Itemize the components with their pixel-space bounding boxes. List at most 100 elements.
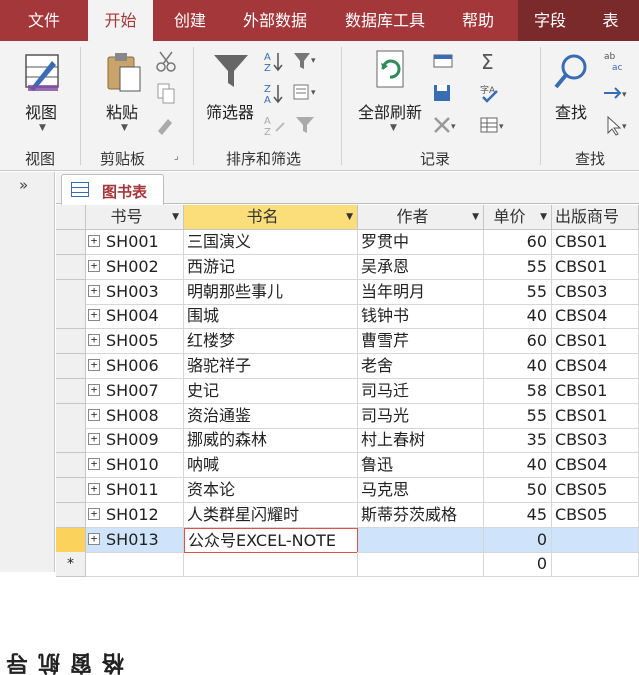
find-button[interactable]: 查找 xyxy=(555,99,587,123)
replace-icon[interactable]: abac xyxy=(602,49,630,73)
record-selector[interactable] xyxy=(56,378,86,404)
cell-book-title[interactable]: 红楼梦 xyxy=(184,329,358,355)
cell-author[interactable]: 钱钟书 xyxy=(358,304,484,330)
cell-author[interactable]: 曹雪芹 xyxy=(358,329,484,355)
tab-help[interactable]: 帮助 xyxy=(452,0,504,41)
cell-book-id[interactable]: + SH004 xyxy=(86,304,184,330)
sort-descending-icon[interactable]: ZA xyxy=(262,81,290,105)
record-selector[interactable] xyxy=(56,428,86,454)
column-dropdown-icon[interactable]: ▼ xyxy=(346,205,353,229)
cell-author[interactable]: 司马迁 xyxy=(358,378,484,404)
cell-price[interactable]: 0 xyxy=(484,527,552,553)
refresh-all-button[interactable]: 全部刷新 xyxy=(358,99,422,123)
cell-book-title[interactable] xyxy=(184,552,358,578)
cell-book-title[interactable]: 挪威的森林 xyxy=(184,428,358,454)
cell-publisher-id[interactable]: CBS05 xyxy=(552,502,639,528)
cell-author[interactable]: 司马光 xyxy=(358,403,484,429)
expand-subdatasheet-icon[interactable]: + xyxy=(88,284,100,297)
document-tab-books[interactable]: 图书表 xyxy=(61,174,164,205)
cell-book-id[interactable]: + SH005 xyxy=(86,329,184,355)
cell-price[interactable]: 60 xyxy=(484,329,552,355)
record-selector[interactable] xyxy=(56,403,86,429)
toggle-filter-icon[interactable] xyxy=(292,113,320,137)
column-header-price[interactable]: 单价 ▼ xyxy=(484,205,552,230)
more-records-icon[interactable]: ▾ xyxy=(477,113,505,137)
cell-price[interactable]: 60 xyxy=(484,230,552,255)
cell-price[interactable]: 58 xyxy=(484,378,552,404)
cell-author[interactable]: 当年明月 xyxy=(358,279,484,305)
cell-book-title[interactable]: 资治通鉴 xyxy=(184,403,358,429)
paste-button[interactable]: 粘贴 xyxy=(106,99,138,123)
expand-subdatasheet-icon[interactable]: + xyxy=(88,259,100,272)
sort-ascending-icon[interactable]: AZ xyxy=(262,49,290,73)
record-selector[interactable] xyxy=(56,230,86,255)
cell-book-title[interactable]: 三国演义 xyxy=(184,230,358,255)
goto-icon[interactable]: ▾ xyxy=(602,81,630,105)
record-selector[interactable] xyxy=(56,502,86,528)
delete-record-icon[interactable]: ▾ xyxy=(430,113,458,137)
tab-table[interactable]: 表 xyxy=(582,0,639,41)
cell-publisher-id[interactable] xyxy=(552,552,639,578)
totals-icon[interactable]: Σ xyxy=(477,49,505,73)
advanced-filter-icon[interactable]: ▾ xyxy=(292,81,320,105)
cell-book-id[interactable]: + SH013 xyxy=(86,527,184,553)
cell-author[interactable]: 斯蒂芬茨威格 xyxy=(358,502,484,528)
column-dropdown-icon[interactable]: ▼ xyxy=(172,205,179,229)
cell-book-title[interactable]: 明朝那些事儿 xyxy=(184,279,358,305)
cell-publisher-id[interactable]: CBS04 xyxy=(552,354,639,379)
cell-price[interactable]: 45 xyxy=(484,502,552,528)
column-dropdown-icon[interactable]: ▼ xyxy=(540,205,547,229)
cell-price[interactable]: 0 xyxy=(484,552,552,578)
copy-icon[interactable] xyxy=(152,81,180,105)
cell-book-title[interactable]: 西游记 xyxy=(184,254,358,280)
cell-book-id[interactable]: + SH011 xyxy=(86,478,184,503)
expand-nav-chevron-icon[interactable]: » xyxy=(19,176,28,194)
cell-price[interactable]: 55 xyxy=(484,279,552,305)
cell-publisher-id[interactable]: CBS01 xyxy=(552,403,639,429)
cell-publisher-id[interactable]: CBS01 xyxy=(552,378,639,404)
cell-price[interactable]: 55 xyxy=(484,254,552,280)
cell-author[interactable]: 吴承恩 xyxy=(358,254,484,280)
cell-author[interactable]: 老舍 xyxy=(358,354,484,379)
save-record-icon[interactable] xyxy=(430,81,458,105)
select-icon[interactable]: ▾ xyxy=(602,113,630,137)
cell-book-id[interactable]: + SH001 xyxy=(86,230,184,255)
column-dropdown-icon[interactable]: ▼ xyxy=(472,205,479,229)
cell-price[interactable]: 40 xyxy=(484,453,552,479)
tab-home[interactable]: 开始 xyxy=(88,0,153,43)
expand-subdatasheet-icon[interactable]: + xyxy=(88,433,100,446)
cell-author[interactable]: 马克思 xyxy=(358,478,484,503)
cell-publisher-id[interactable]: CBS01 xyxy=(552,254,639,280)
expand-subdatasheet-icon[interactable]: + xyxy=(88,458,100,471)
clear-sort-icon[interactable]: AZ xyxy=(262,113,290,137)
cell-price[interactable]: 40 xyxy=(484,354,552,379)
cell-book-title[interactable]: 史记 xyxy=(184,378,358,404)
record-selector[interactable] xyxy=(56,478,86,503)
cut-icon[interactable] xyxy=(152,49,180,73)
cell-publisher-id[interactable]: CBS04 xyxy=(552,304,639,330)
cell-book-id[interactable]: + SH002 xyxy=(86,254,184,280)
cell-book-id[interactable]: + SH007 xyxy=(86,378,184,404)
datasheet-grid[interactable]: 书号 ▼ 书名 ▼ 作者 ▼ 单价 ▼ 出版商号 + SH001 三国演义 罗贯中 60 CBS01 + SH0… xyxy=(56,205,639,578)
expand-subdatasheet-icon[interactable]: + xyxy=(88,532,100,545)
cell-publisher-id[interactable]: CBS05 xyxy=(552,478,639,503)
cell-book-id[interactable] xyxy=(86,552,184,578)
record-selector[interactable] xyxy=(56,279,86,305)
cell-book-title[interactable]: 公众号EXCEL-NOTE xyxy=(184,527,358,553)
cell-price[interactable]: 35 xyxy=(484,428,552,454)
expand-subdatasheet-icon[interactable]: + xyxy=(88,334,100,347)
cell-publisher-id[interactable]: CBS03 xyxy=(552,279,639,305)
cell-book-id[interactable]: + SH012 xyxy=(86,502,184,528)
cell-author[interactable]: 鲁迅 xyxy=(358,453,484,479)
tab-create[interactable]: 创建 xyxy=(165,0,215,41)
cell-book-id[interactable]: + SH009 xyxy=(86,428,184,454)
expand-subdatasheet-icon[interactable]: + xyxy=(88,309,100,322)
paste-dropdown-icon[interactable]: ▼ xyxy=(121,123,128,133)
tab-external-data[interactable]: 外部数据 xyxy=(233,0,317,41)
new-record-selector[interactable]: * xyxy=(56,552,86,578)
cell-publisher-id[interactable]: CBS01 xyxy=(552,329,639,355)
expand-subdatasheet-icon[interactable]: + xyxy=(88,408,100,421)
select-all-corner[interactable] xyxy=(56,205,86,230)
new-record-icon[interactable] xyxy=(430,49,458,73)
cell-book-title[interactable]: 资本论 xyxy=(184,478,358,503)
